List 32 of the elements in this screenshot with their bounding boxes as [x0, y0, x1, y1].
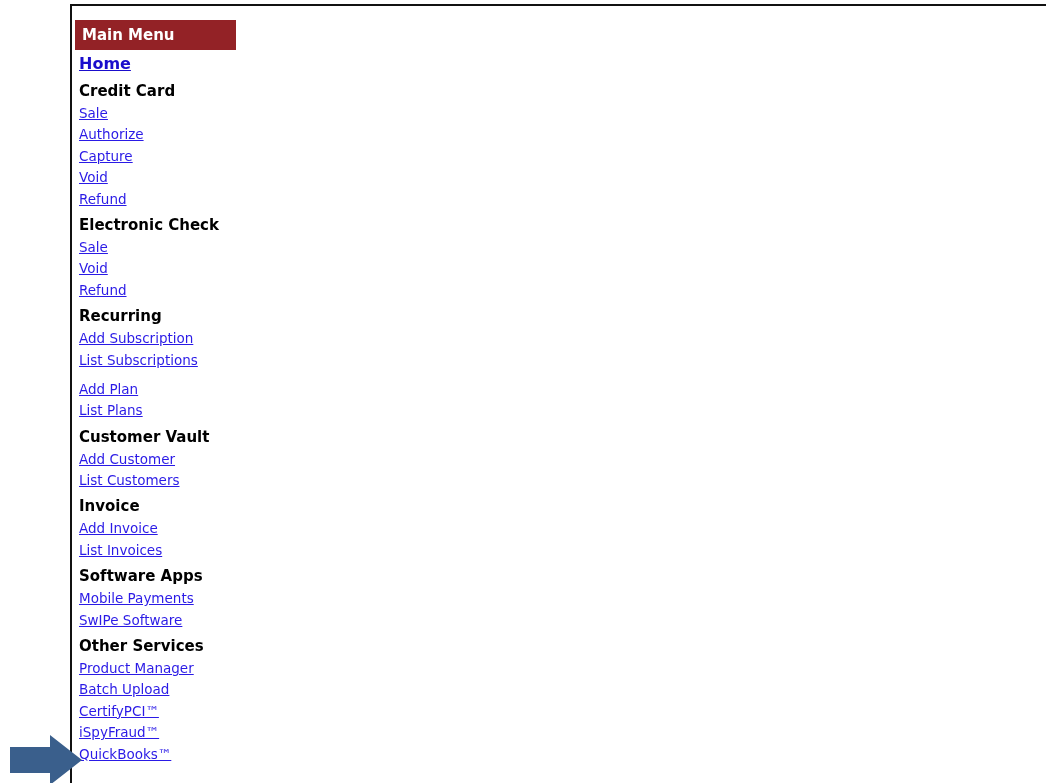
- menu-link[interactable]: Product Manager: [79, 660, 194, 677]
- section-heading: Invoice: [79, 496, 141, 518]
- menu-link[interactable]: QuickBooks™: [79, 745, 172, 762]
- menu-link[interactable]: Void: [79, 169, 108, 186]
- menu-link[interactable]: List Customers: [79, 472, 180, 489]
- menu-link[interactable]: Refund: [79, 281, 127, 298]
- menu-link[interactable]: List Subscriptions: [79, 351, 198, 368]
- menu-link[interactable]: Sale: [79, 105, 108, 121]
- menu-link[interactable]: List Invoices: [79, 541, 163, 558]
- home-link[interactable]: Home: [79, 53, 131, 75]
- menu-link[interactable]: Add Plan: [79, 380, 139, 397]
- menu-link[interactable]: List Plans: [79, 402, 143, 419]
- menu-link[interactable]: Add Customer: [79, 450, 175, 467]
- menu-link[interactable]: Sale: [79, 238, 108, 255]
- section-heading: Electronic Check: [79, 214, 220, 236]
- menu-title: Main Menu: [75, 20, 236, 50]
- menu-link[interactable]: SwIPe Software: [79, 611, 183, 628]
- menu-link[interactable]: Refund: [79, 190, 127, 207]
- menu-link[interactable]: Capture: [79, 147, 133, 164]
- menu-link[interactable]: Batch Upload: [79, 681, 170, 698]
- section-heading: Recurring: [79, 306, 163, 328]
- menu-link[interactable]: Void: [79, 260, 108, 277]
- section-heading: Other Services: [79, 636, 205, 658]
- section-heading: Customer Vault: [79, 426, 211, 448]
- menu-link[interactable]: Add Invoice: [79, 520, 158, 537]
- menu-link[interactable]: Add Subscription: [79, 330, 194, 347]
- section-heading: Credit Card: [79, 81, 177, 102]
- menu-link[interactable]: Authorize: [79, 126, 144, 143]
- section-heading: Software Apps: [79, 566, 204, 588]
- menu-link[interactable]: CertifyPCI™: [79, 702, 159, 719]
- menu-link[interactable]: Mobile Payments: [79, 590, 194, 607]
- menu-link[interactable]: iSpyFraud™: [79, 724, 160, 741]
